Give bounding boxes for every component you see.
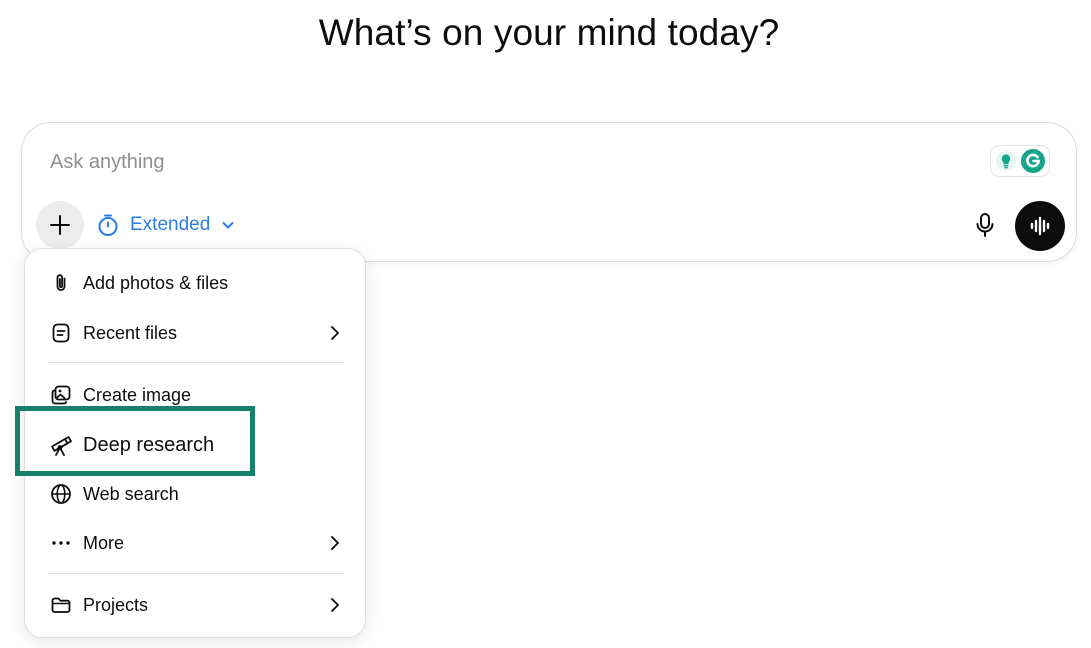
menu-item-label: Projects [83, 594, 149, 615]
menu-item-more[interactable]: More [25, 521, 367, 565]
thinking-mode-selector[interactable]: Extended [96, 209, 236, 241]
menu-item-label: Add photos & files [83, 272, 229, 293]
more-dots-icon [49, 531, 73, 555]
menu-item-web-search[interactable]: Web search [25, 472, 367, 516]
paperclip-icon [49, 271, 73, 295]
menu-divider [48, 362, 344, 363]
chevron-right-icon [331, 326, 339, 340]
lightbulb-icon [995, 151, 1016, 171]
prompt-composer: Extended [21, 122, 1077, 262]
dictate-button[interactable] [967, 207, 1003, 243]
add-attachment-button[interactable] [36, 201, 84, 249]
folder-icon [49, 593, 73, 617]
voice-mode-button[interactable] [1015, 201, 1065, 251]
grammarly-badge[interactable] [990, 145, 1050, 177]
image-icon [49, 383, 73, 407]
prompt-input[interactable] [50, 147, 950, 177]
menu-item-label: Recent files [83, 322, 178, 343]
menu-item-projects[interactable]: Projects [25, 583, 367, 627]
grammarly-icon [1020, 149, 1045, 173]
highlight-annotation [15, 406, 255, 476]
chevron-right-icon [331, 536, 339, 550]
file-icon [49, 321, 73, 345]
chat-home: What’s on your mind today? Ask anything … [0, 0, 1091, 648]
menu-item-label: Create image [83, 384, 192, 405]
page-title: What’s on your mind today? [318, 12, 780, 53]
chevron-right-icon [331, 598, 339, 612]
menu-item-add-photos-files[interactable]: Add photos & files [25, 261, 367, 305]
chevron-down-icon [222, 222, 234, 229]
timer-icon [98, 214, 118, 236]
menu-item-label: More [83, 532, 125, 553]
menu-item-recent-files[interactable]: Recent files [25, 311, 367, 355]
menu-item-label: Web search [83, 483, 179, 504]
globe-icon [49, 482, 73, 506]
menu-divider [48, 573, 344, 574]
voice-waveform-icon [1030, 216, 1050, 236]
plus-icon [50, 215, 70, 235]
microphone-icon [976, 213, 994, 237]
mode-label: Extended [130, 214, 211, 235]
